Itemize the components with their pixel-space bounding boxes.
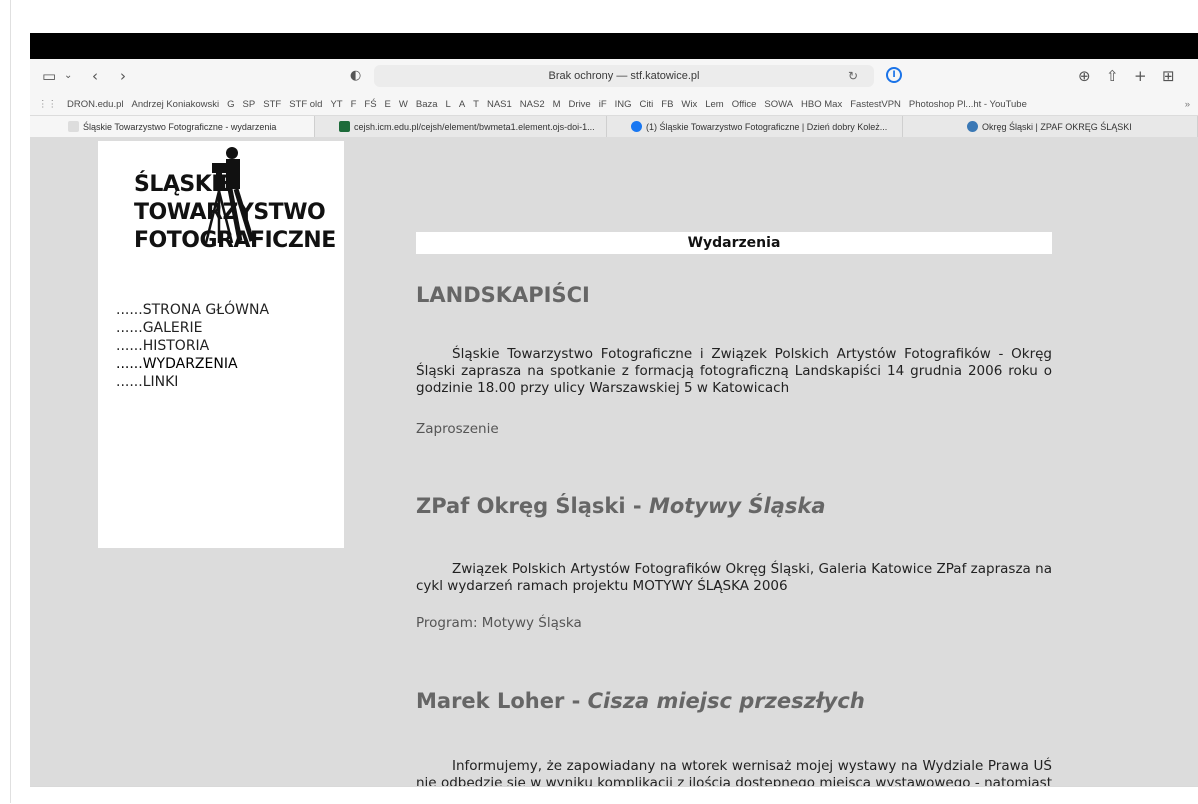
download-icon[interactable]: ⊕ xyxy=(1078,67,1091,85)
tab-facebook-stf[interactable]: (1) Śląskie Towarzystwo Fotograficzne | … xyxy=(607,116,903,138)
new-tab-icon[interactable]: + xyxy=(1134,67,1147,85)
bookmark-item[interactable]: STF old xyxy=(289,95,322,115)
bookmarks-bar: ⋮⋮ DRON.edu.pl Andrzej Koniakowski G SP STF ST… xyxy=(30,95,1198,115)
bookmark-item[interactable]: FŚ xyxy=(364,95,376,115)
title-bar xyxy=(30,33,1198,59)
bookmark-item[interactable]: G xyxy=(227,95,234,115)
nav-item-strona-glowna[interactable]: ......STRONA GŁÓWNA xyxy=(98,301,269,319)
forward-icon[interactable]: › xyxy=(120,67,126,85)
tab-label: Okręg Śląski | ZPAF OKRĘG ŚLĄSKI xyxy=(982,122,1132,132)
bookmark-item[interactable]: W xyxy=(399,95,408,115)
facebook-favicon-icon xyxy=(631,121,642,132)
section-title-emphasis: Motywy Śląska xyxy=(648,494,826,518)
nav-item-wydarzenia[interactable]: ......WYDARZENIA xyxy=(98,355,269,373)
section-title-marek-loher: Marek Loher - Cisza miejsc przeszłych xyxy=(416,689,865,713)
bookmark-item[interactable]: FastestVPN xyxy=(850,95,901,115)
shield-icon[interactable]: ◐ xyxy=(350,67,361,85)
bookmark-item[interactable]: SP xyxy=(243,95,256,115)
bookmark-item[interactable]: iF xyxy=(599,95,607,115)
wordpress-favicon-icon xyxy=(967,121,978,132)
tab-overview-icon[interactable]: ⊞ xyxy=(1162,67,1175,85)
browser-window: ▭ ⌄ ‹ › ◐ Brak ochrony — stf.katowice.pl… xyxy=(30,59,1198,786)
site-nav: ......STRONA GŁÓWNA ......GALERIE ......… xyxy=(98,301,269,391)
status-strip xyxy=(30,786,1198,804)
tab-label: (1) Śląskie Towarzystwo Fotograficzne | … xyxy=(646,122,888,132)
back-icon[interactable]: ‹ xyxy=(92,67,98,85)
section-title-text: Marek Loher - xyxy=(416,689,588,713)
nav-item-historia[interactable]: ......HISTORIA xyxy=(98,337,269,355)
bookmark-item[interactable]: Andrzej Koniakowski xyxy=(132,95,220,115)
bookmark-item[interactable]: FB xyxy=(661,95,673,115)
more-bookmarks-icon[interactable]: » xyxy=(1185,95,1190,115)
bookmark-item[interactable]: DRON.edu.pl xyxy=(67,95,124,115)
bookmark-item[interactable]: E xyxy=(385,95,391,115)
apps-grid-icon[interactable]: ⋮⋮ xyxy=(38,95,57,115)
tab-zpaf[interactable]: Okręg Śląski | ZPAF OKRĘG ŚLĄSKI xyxy=(903,116,1198,138)
bookmark-item[interactable]: HBO Max xyxy=(801,95,842,115)
section-title-landskapisci: LANDSKAPIŚCI xyxy=(416,283,590,307)
bookmark-item[interactable]: T xyxy=(473,95,479,115)
section-paragraph: Związek Polskich Artystów Fotografików O… xyxy=(416,561,1052,594)
section-paragraph: Śląskie Towarzystwo Fotograficzne i Zwią… xyxy=(416,346,1052,396)
tab-bar: Śląskie Towarzystwo Fotograficzne - wyda… xyxy=(30,115,1198,138)
bookmark-item[interactable]: NAS2 xyxy=(520,95,545,115)
password-manager-icon[interactable]: I xyxy=(886,67,902,83)
link-zaproszenie[interactable]: Zaproszenie xyxy=(416,421,499,437)
bookmark-item[interactable]: Drive xyxy=(569,95,591,115)
bookmark-item[interactable]: L xyxy=(446,95,451,115)
bookmark-item[interactable]: ING xyxy=(615,95,632,115)
bookmark-item[interactable]: Wix xyxy=(681,95,697,115)
site-sidebar: ŚLĄSKIE TOWARZYSTWO FOTOGRAFICZNE ......… xyxy=(98,141,344,548)
section-title-text: ZPaf Okręg Śląski - xyxy=(416,494,649,518)
nav-item-galerie[interactable]: ......GALERIE xyxy=(98,319,269,337)
cejsh-favicon-icon xyxy=(339,121,350,132)
share-icon[interactable]: ⇧ xyxy=(1106,67,1119,85)
nav-item-linki[interactable]: ......LINKI xyxy=(98,373,269,391)
bookmark-item[interactable]: Lem xyxy=(705,95,723,115)
bookmark-item[interactable]: YT xyxy=(330,95,342,115)
browser-toolbar: ▭ ⌄ ‹ › ◐ Brak ochrony — stf.katowice.pl… xyxy=(30,59,1198,95)
section-title-text: LANDSKAPIŚCI xyxy=(416,283,590,307)
reload-icon[interactable]: ↻ xyxy=(848,65,858,87)
chevron-down-icon[interactable]: ⌄ xyxy=(64,67,72,85)
bookmark-item[interactable]: NAS1 xyxy=(487,95,512,115)
web-page: ŚLĄSKIE TOWARZYSTWO FOTOGRAFICZNE ......… xyxy=(30,137,1198,786)
section-title-zpaf: ZPaf Okręg Śląski - Motywy Śląska xyxy=(416,494,826,518)
section-title-emphasis: Cisza miejsc przeszłych xyxy=(587,689,865,713)
tab-label: Śląskie Towarzystwo Fotograficzne - wyda… xyxy=(83,122,277,132)
page-title: Wydarzenia xyxy=(416,232,1052,254)
bookmark-item[interactable]: STF xyxy=(263,95,281,115)
bookmark-item[interactable]: M xyxy=(553,95,561,115)
bookmark-item[interactable]: Citi xyxy=(640,95,654,115)
section-paragraph: Informujemy, że zapowiadany na wtorek we… xyxy=(416,758,1052,786)
bookmark-item[interactable]: Office xyxy=(732,95,757,115)
tab-label: cejsh.icm.edu.pl/cejsh/element/bwmeta1.e… xyxy=(354,122,595,132)
photographer-silhouette-icon xyxy=(204,147,255,244)
bookmark-item[interactable]: F xyxy=(351,95,357,115)
bookmark-item[interactable]: SOWA xyxy=(764,95,793,115)
bookmark-item[interactable]: Baza xyxy=(416,95,438,115)
tab-stf-events[interactable]: Śląskie Towarzystwo Fotograficzne - wyda… xyxy=(30,116,315,138)
address-bar[interactable]: Brak ochrony — stf.katowice.pl ↻ xyxy=(374,65,874,87)
stf-favicon-icon xyxy=(68,121,79,132)
bookmark-item[interactable]: Photoshop Pl...ht - YouTube xyxy=(909,95,1027,115)
address-text: Brak ochrony — stf.katowice.pl xyxy=(548,70,700,82)
window-edge xyxy=(0,0,11,803)
tab-cejsh[interactable]: cejsh.icm.edu.pl/cejsh/element/bwmeta1.e… xyxy=(315,116,607,138)
sidebar-icon[interactable]: ▭ xyxy=(42,67,56,85)
bookmark-item[interactable]: A xyxy=(459,95,465,115)
link-program-motywy-slaska[interactable]: Program: Motywy Śląska xyxy=(416,615,582,631)
